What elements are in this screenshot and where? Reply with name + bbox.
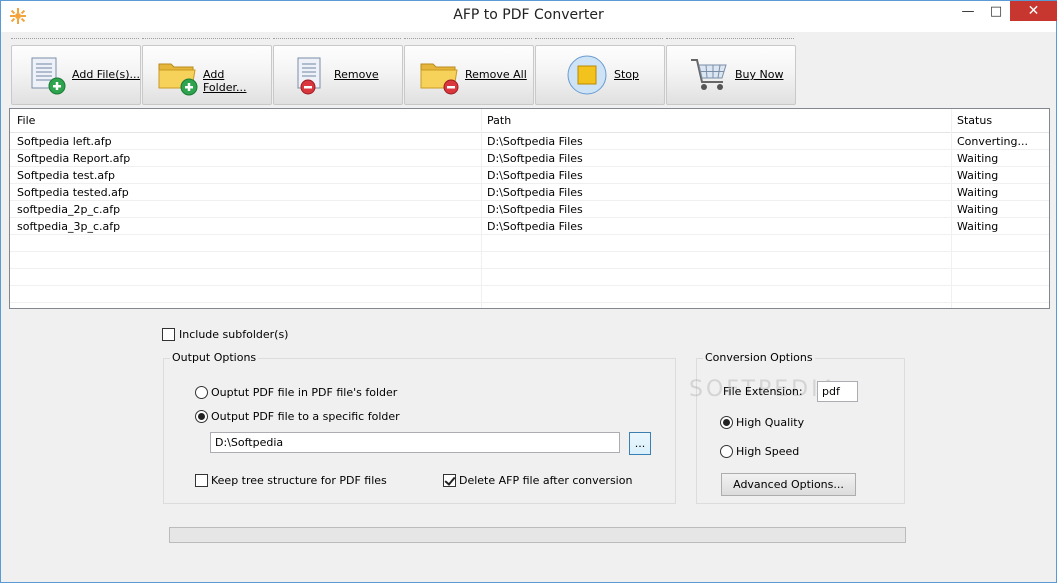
file-extension-input[interactable]: pdf [817, 381, 858, 402]
table-row[interactable]: Softpedia left.afp D:\Softpedia Files Co… [10, 133, 1049, 150]
row-file: Softpedia left.afp [17, 135, 112, 148]
maximize-button[interactable]: □ [982, 1, 1010, 23]
add-folder-label: Add Folder... [203, 68, 247, 94]
table-row[interactable]: Softpedia Report.afp D:\Softpedia Files … [10, 150, 1049, 167]
toolbar-gripper [666, 38, 794, 40]
toolbar: Add File(s)... Add Folder... Remove Remo… [9, 33, 1050, 107]
row-file: Softpedia tested.afp [17, 186, 129, 199]
add-files-button[interactable]: Add File(s)... [11, 45, 141, 105]
title-bar[interactable]: AFP to PDF Converter — □ ✕ [1, 1, 1057, 32]
table-row[interactable]: softpedia_3p_c.afp D:\Softpedia Files Wa… [10, 218, 1049, 235]
minimize-button[interactable]: — [954, 1, 982, 23]
row-path: D:\Softpedia Files [487, 135, 583, 148]
add-file-icon [31, 57, 66, 95]
table-row[interactable]: Softpedia tested.afp D:\Softpedia Files … [10, 184, 1049, 201]
toolbar-gripper [273, 38, 401, 40]
high-quality-radio[interactable] [720, 416, 733, 429]
row-status: Waiting [957, 169, 999, 182]
add-folder-button[interactable]: Add Folder... [142, 45, 272, 105]
shopping-cart-icon [691, 59, 727, 90]
empty-row [10, 252, 1049, 269]
remove-file-icon [297, 57, 321, 95]
file-list-header: File Path Status [10, 109, 1049, 133]
toolbar-gripper [535, 38, 663, 40]
delete-afp-checkbox[interactable] [443, 474, 456, 487]
row-path: D:\Softpedia Files [487, 220, 583, 233]
row-status: Waiting [957, 152, 999, 165]
remove-all-icon [420, 63, 459, 95]
app-window: AFP to PDF Converter — □ ✕ Add File(s)..… [0, 0, 1057, 583]
row-status: Waiting [957, 203, 999, 216]
table-row[interactable]: Softpedia test.afp D:\Softpedia Files Wa… [10, 167, 1049, 184]
advanced-options-button[interactable]: Advanced Options... [721, 473, 856, 496]
empty-row [10, 269, 1049, 286]
output-options-title: Output Options [170, 351, 259, 364]
remove-all-button[interactable]: Remove All [404, 45, 534, 105]
stop-icon [567, 55, 607, 95]
file-extension-label: File Extension: [723, 385, 803, 398]
options-panel: Include subfolder(s) Output Options Oupt… [9, 311, 1050, 577]
row-path: D:\Softpedia Files [487, 169, 583, 182]
browse-folder-button[interactable]: ... [629, 432, 651, 455]
stop-button[interactable]: Stop [535, 45, 665, 105]
toolbar-gripper [142, 38, 270, 40]
remove-all-label: Remove All [465, 68, 527, 81]
include-subfolders-checkbox[interactable] [162, 328, 175, 341]
remove-button[interactable]: Remove [273, 45, 403, 105]
row-file: softpedia_2p_c.afp [17, 203, 121, 216]
same-folder-radio[interactable] [195, 386, 208, 399]
specific-folder-label[interactable]: Output PDF file to a specific folder [211, 410, 400, 423]
row-path: D:\Softpedia Files [487, 203, 583, 216]
close-button[interactable]: ✕ [1010, 1, 1057, 21]
file-list[interactable]: File Path Status Softpedia left.afp D:\S… [9, 108, 1050, 309]
keep-tree-label[interactable]: Keep tree structure for PDF files [211, 474, 387, 487]
keep-tree-checkbox[interactable] [195, 474, 208, 487]
output-options-group: Output Options Ouptut PDF file in PDF fi… [163, 351, 676, 504]
conversion-options-title: Conversion Options [703, 351, 815, 364]
add-folder-icon [158, 63, 198, 96]
column-header-status[interactable]: Status [957, 114, 992, 127]
buy-now-button[interactable]: Buy Now [666, 45, 796, 105]
high-quality-label[interactable]: High Quality [736, 416, 804, 429]
row-file: Softpedia Report.afp [17, 152, 131, 165]
row-status: Waiting [957, 186, 999, 199]
high-speed-radio[interactable] [720, 445, 733, 458]
row-path: D:\Softpedia Files [487, 186, 583, 199]
include-subfolders-label[interactable]: Include subfolder(s) [179, 328, 288, 341]
high-speed-label[interactable]: High Speed [736, 445, 799, 458]
remove-label: Remove [334, 68, 379, 81]
conversion-options-group: Conversion Options SOFTPEDIA File Extens… [689, 351, 905, 504]
buy-now-label: Buy Now [735, 68, 784, 81]
toolbar-gripper [11, 38, 139, 40]
row-file: Softpedia test.afp [17, 169, 115, 182]
add-files-label: Add File(s)... [72, 68, 141, 81]
row-status: Converting... [957, 135, 1028, 148]
empty-row [10, 286, 1049, 303]
stop-label: Stop [614, 68, 640, 81]
specific-folder-radio[interactable] [195, 410, 208, 423]
window-title: AFP to PDF Converter [453, 7, 604, 23]
empty-row [10, 235, 1049, 252]
conversion-progress-bar [169, 527, 906, 543]
delete-afp-label[interactable]: Delete AFP file after conversion [459, 474, 632, 487]
toolbar-gripper [404, 38, 532, 40]
row-file: softpedia_3p_c.afp [17, 220, 121, 233]
row-path: D:\Softpedia Files [487, 152, 583, 165]
table-row[interactable]: softpedia_2p_c.afp D:\Softpedia Files Wa… [10, 201, 1049, 218]
column-header-path[interactable]: Path [487, 114, 511, 127]
column-header-file[interactable]: File [17, 114, 35, 127]
same-folder-label[interactable]: Ouptut PDF file in PDF file's folder [211, 386, 397, 399]
row-status: Waiting [957, 220, 999, 233]
output-folder-input[interactable]: D:\Softpedia [210, 432, 620, 453]
